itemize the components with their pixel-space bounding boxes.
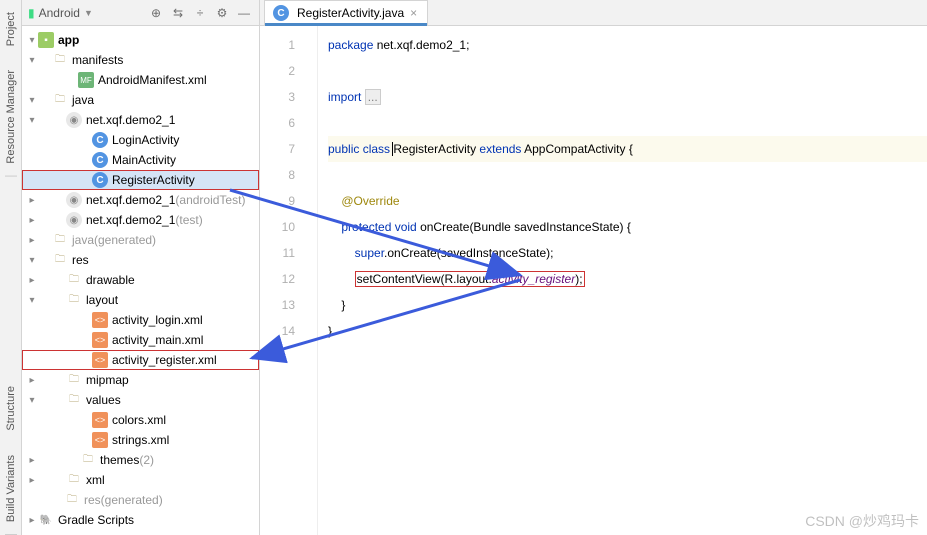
project-tree[interactable]: ▾▪app ▾🗀manifests MFAndroidManifest.xml … xyxy=(22,26,259,535)
line-number: 10 xyxy=(260,214,295,240)
flatten-icon[interactable]: ÷ xyxy=(191,4,209,22)
tree-res[interactable]: ▾🗀res xyxy=(22,250,259,270)
tree-main-activity[interactable]: CMainActivity xyxy=(22,150,259,170)
tree-manifests[interactable]: ▾🗀manifests xyxy=(22,50,259,70)
folder-icon: 🗀 xyxy=(66,292,82,308)
line-number: 2 xyxy=(260,58,295,84)
class-icon: C xyxy=(92,172,108,188)
tree-layout[interactable]: ▾🗀layout xyxy=(22,290,259,310)
line-number: 6 xyxy=(260,110,295,136)
gradle-icon: 🐘 xyxy=(38,512,54,528)
tree-themes[interactable]: ▸🗀themes (2) xyxy=(22,450,259,470)
hide-icon[interactable]: — xyxy=(235,4,253,22)
line-number: 11 xyxy=(260,240,295,266)
folder-icon: 🗀 xyxy=(66,392,82,408)
package-icon: ◉ xyxy=(66,192,82,208)
close-icon[interactable]: × xyxy=(408,6,419,20)
rail-structure[interactable]: Structure xyxy=(5,378,17,439)
rail-resource-manager[interactable]: Resource Manager xyxy=(5,62,17,177)
module-icon: ▪ xyxy=(38,32,54,48)
xml-icon: <> xyxy=(92,332,108,348)
tree-activity-main-xml[interactable]: <>activity_main.xml xyxy=(22,330,259,350)
line-number: 1 xyxy=(260,32,295,58)
expand-icon[interactable]: ⇆ xyxy=(169,4,187,22)
gear-icon[interactable]: ⚙ xyxy=(213,4,231,22)
package-icon: ◉ xyxy=(66,112,82,128)
line-number: 8 xyxy=(260,162,295,188)
tree-pkg-test[interactable]: ▸◉net.xqf.demo2_1 (test) xyxy=(22,210,259,230)
tree-login-activity[interactable]: CLoginActivity xyxy=(22,130,259,150)
tree-drawable[interactable]: ▸🗀drawable xyxy=(22,270,259,290)
folder-icon: 🗀 xyxy=(66,372,82,388)
package-icon: ◉ xyxy=(66,212,82,228)
class-icon: C xyxy=(92,152,108,168)
line-number: 13 xyxy=(260,292,295,318)
folder-icon: 🗀 xyxy=(52,52,68,68)
project-sidebar: ▮ Android ▼ ⊕ ⇆ ÷ ⚙ — ▾▪app ▾🗀manifests … xyxy=(22,0,260,535)
sidebar-title[interactable]: Android xyxy=(39,6,80,20)
tree-register-activity[interactable]: CRegisterActivity xyxy=(22,170,259,190)
tab-register-activity[interactable]: C RegisterActivity.java × xyxy=(264,0,428,25)
tree-strings-xml[interactable]: <>strings.xml xyxy=(22,430,259,450)
tree-manifest-file[interactable]: MFAndroidManifest.xml xyxy=(22,70,259,90)
code-editor[interactable]: 1 2 3 6 7 8 9 10 11 12 13 14 package net… xyxy=(260,26,927,535)
tree-gradle-scripts[interactable]: ▸🐘Gradle Scripts xyxy=(22,510,259,530)
xml-icon: <> xyxy=(92,432,108,448)
folder-icon: 🗀 xyxy=(64,492,80,508)
xml-icon: <> xyxy=(92,412,108,428)
dropdown-icon[interactable]: ▼ xyxy=(84,8,93,18)
tree-res-generated[interactable]: 🗀res (generated) xyxy=(22,490,259,510)
sidebar-header: ▮ Android ▼ ⊕ ⇆ ÷ ⚙ — xyxy=(22,0,259,26)
folder-icon: 🗀 xyxy=(66,272,82,288)
xml-icon: <> xyxy=(92,352,108,368)
tree-pkg-main[interactable]: ▾◉net.xqf.demo2_1 xyxy=(22,110,259,130)
editor-zone: C RegisterActivity.java × 1 2 3 6 7 8 9 … xyxy=(260,0,927,535)
folder-icon: 🗀 xyxy=(52,232,68,248)
tree-xml[interactable]: ▸🗀xml xyxy=(22,470,259,490)
xml-icon: <> xyxy=(92,312,108,328)
line-number: 7 xyxy=(260,136,295,162)
tree-mipmap[interactable]: ▸🗀mipmap xyxy=(22,370,259,390)
folder-icon: 🗀 xyxy=(80,452,96,468)
rail-build-variants[interactable]: Build Variants xyxy=(5,447,17,535)
class-icon: C xyxy=(273,5,289,21)
line-number: 14 xyxy=(260,318,295,344)
code-body[interactable]: package net.xqf.demo2_1; import ... publ… xyxy=(318,26,927,535)
tree-pkg-androidtest[interactable]: ▸◉net.xqf.demo2_1 (androidTest) xyxy=(22,190,259,210)
tree-activity-register-xml[interactable]: <>activity_register.xml xyxy=(22,350,259,370)
class-icon: C xyxy=(92,132,108,148)
android-icon: ▮ xyxy=(28,6,35,20)
left-tool-rail: Project Resource Manager Structure Build… xyxy=(0,0,22,535)
folder-icon: 🗀 xyxy=(66,472,82,488)
tree-java[interactable]: ▾🗀java xyxy=(22,90,259,110)
tree-values[interactable]: ▾🗀values xyxy=(22,390,259,410)
editor-tab-bar: C RegisterActivity.java × xyxy=(260,0,927,26)
line-number: 9 xyxy=(260,188,295,214)
manifest-icon: MF xyxy=(78,72,94,88)
folder-icon: 🗀 xyxy=(52,92,68,108)
editor-gutter: 1 2 3 6 7 8 9 10 11 12 13 14 xyxy=(260,26,318,535)
select-opened-file-icon[interactable]: ⊕ xyxy=(147,4,165,22)
tab-label: RegisterActivity.java xyxy=(297,6,404,20)
tree-java-generated[interactable]: ▸🗀java (generated) xyxy=(22,230,259,250)
tree-activity-login-xml[interactable]: <>activity_login.xml xyxy=(22,310,259,330)
line-number: 3 xyxy=(260,84,295,110)
rail-project[interactable]: Project xyxy=(5,4,17,54)
tree-colors-xml[interactable]: <>colors.xml xyxy=(22,410,259,430)
folder-icon: 🗀 xyxy=(52,252,68,268)
line-number: 12 xyxy=(260,266,295,292)
tree-app[interactable]: ▾▪app xyxy=(22,30,259,50)
